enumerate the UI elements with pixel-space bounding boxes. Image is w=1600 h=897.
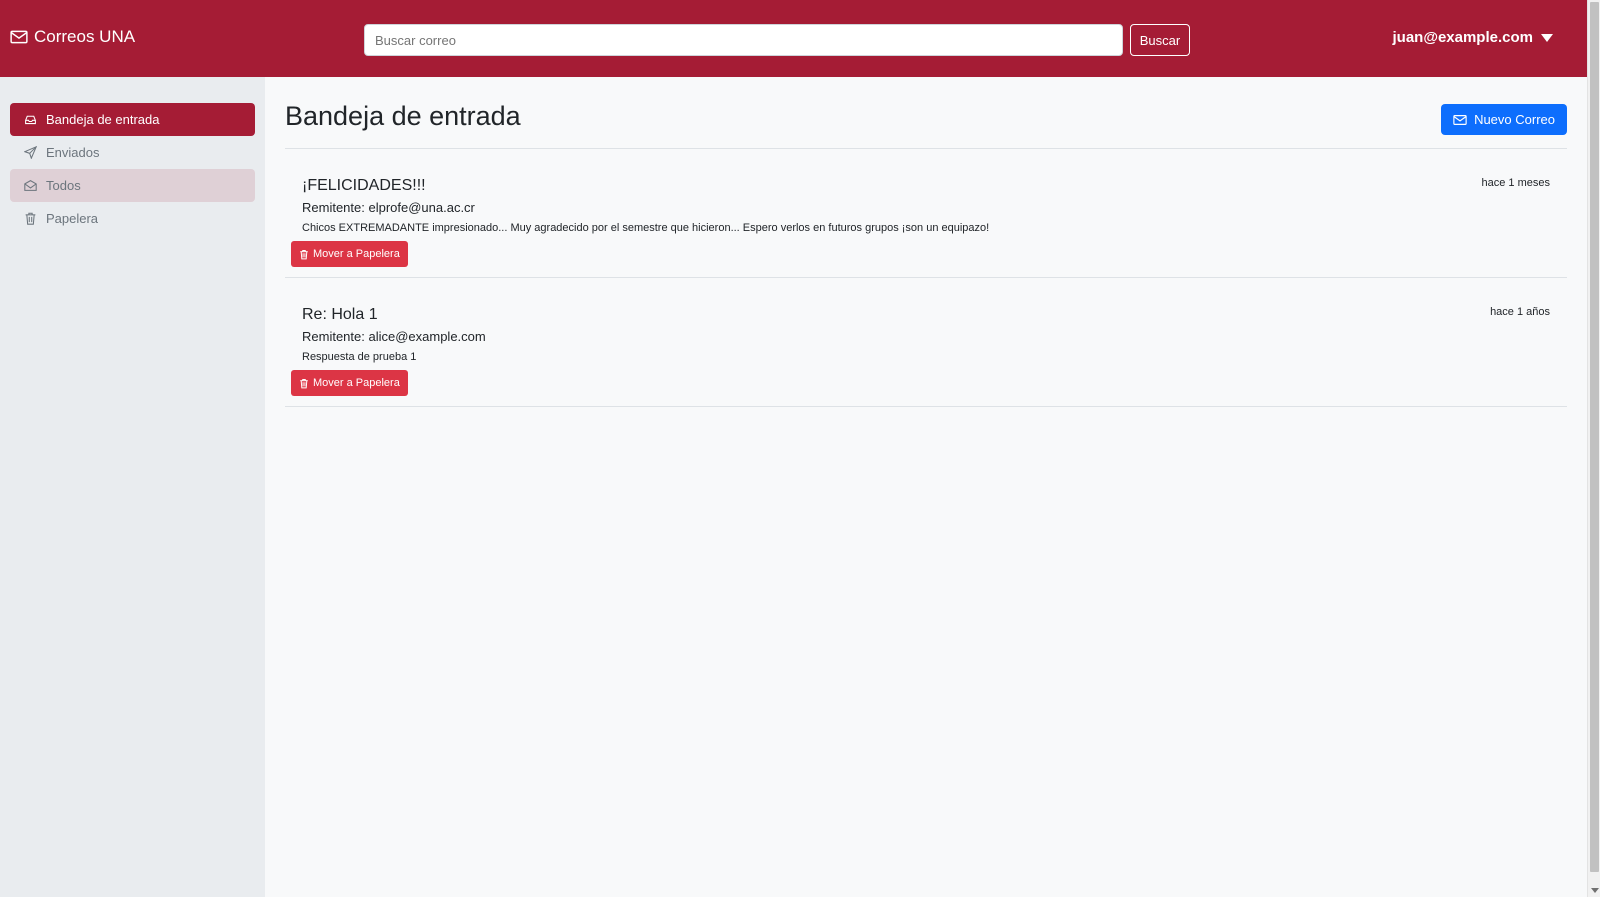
brand-name: Correos UNA [34,27,136,46]
search-input[interactable] [364,24,1123,56]
envelope-open-icon [24,180,37,191]
new-mail-label: Nuevo Correo [1474,112,1555,127]
email-list-item[interactable]: ¡FELICIDADES!!! Remitente: elprofe@una.a… [285,149,1567,278]
caret-down-icon [1541,33,1553,42]
page-scrollbar[interactable] [1587,0,1600,897]
main-content: Bandeja de entrada Nuevo Correo ¡FELICID… [285,77,1567,407]
envelope-icon [1453,114,1467,125]
sidebar-item-all[interactable]: Todos [10,169,255,202]
search-button[interactable]: Buscar [1130,24,1190,56]
sidebar-item-sent[interactable]: Enviados [10,136,255,169]
move-to-trash-button[interactable]: Mover a Papelera [291,370,408,396]
email-subject: Re: Hola 1 [302,306,378,323]
email-time: hace 1 años [1490,306,1550,318]
trash-icon [300,378,308,388]
scrollbar-thumb[interactable] [1590,2,1599,872]
sidebar-item-label: Bandeja de entrada [46,112,160,127]
new-mail-button[interactable]: Nuevo Correo [1441,104,1567,135]
sidebar-item-label: Papelera [46,211,99,226]
search-form: Buscar [364,24,1190,56]
email-sender: Remitente: alice@example.com [302,329,486,344]
page-header: Bandeja de entrada Nuevo Correo [285,77,1567,149]
sidebar: Bandeja de entrada Enviados Todos Papele… [0,77,265,897]
envelope-icon [10,30,28,44]
email-subject: ¡FELICIDADES!!! [302,177,426,194]
top-navbar: Correos UNA Buscar juan@example.com [0,0,1587,77]
user-email: juan@example.com [1392,29,1533,46]
scroll-down-arrow-icon[interactable] [1591,888,1599,893]
email-time: hace 1 meses [1481,177,1550,189]
brand-link[interactable]: Correos UNA [10,27,135,47]
inbox-icon [25,115,36,125]
email-list-item[interactable]: Re: Hola 1 Remitente: alice@example.com … [285,278,1567,407]
sidebar-item-trash[interactable]: Papelera [10,202,255,235]
email-preview: Respuesta de prueba 1 [302,351,417,363]
send-icon [24,146,37,159]
trash-icon [25,212,36,225]
user-dropdown[interactable]: juan@example.com [1392,29,1553,46]
email-preview: Chicos EXTREMADANTE impresionado... Muy … [302,222,990,234]
trash-icon [300,249,308,259]
sidebar-item-inbox[interactable]: Bandeja de entrada [10,103,255,136]
email-sender: Remitente: elprofe@una.ac.cr [302,200,475,215]
sidebar-item-label: Enviados [46,145,100,160]
move-to-trash-label: Mover a Papelera [313,248,400,260]
sidebar-item-label: Todos [46,178,81,193]
move-to-trash-button[interactable]: Mover a Papelera [291,241,408,267]
move-to-trash-label: Mover a Papelera [313,377,400,389]
page-title: Bandeja de entrada [285,101,521,131]
